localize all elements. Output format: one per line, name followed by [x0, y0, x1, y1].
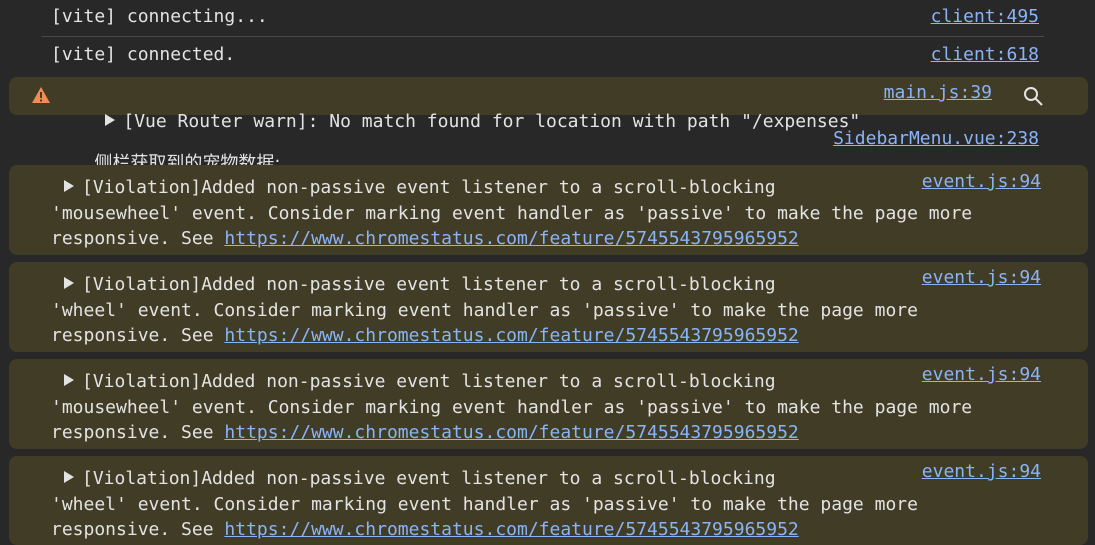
expand-triangle-icon[interactable] [64, 374, 74, 386]
violation-line-2: 'wheel' event. Consider marking event ha… [51, 493, 918, 515]
chromestatus-link[interactable]: https://www.chromestatus.com/feature/574… [224, 325, 798, 346]
console-violation-row[interactable]: [Violation]Added non-passive event liste… [9, 456, 1088, 545]
violation-line-1: [Violation]Added non-passive event liste… [82, 468, 776, 489]
chromestatus-link[interactable]: https://www.chromestatus.com/feature/574… [224, 422, 798, 443]
source-link[interactable]: client:618 [931, 44, 1039, 65]
violation-line-1: [Violation]Added non-passive event liste… [82, 274, 776, 295]
expand-triangle-icon[interactable] [64, 471, 74, 483]
console-message-row: [vite] connecting... client:495 [0, 0, 1095, 36]
expand-triangle-icon[interactable] [64, 180, 74, 192]
console-message-text: [vite] connected. [51, 44, 236, 65]
console-violation-row[interactable]: [Violation]Added non-passive event liste… [9, 262, 1088, 352]
violation-line-3: responsive. See [51, 422, 225, 443]
violation-line-1: [Violation]Added non-passive event liste… [82, 177, 776, 198]
console-warning-row[interactable]: [Vue Router warn]: No match found for lo… [9, 77, 1088, 132]
violation-message: [Violation]Added non-passive event liste… [51, 369, 1051, 446]
violation-line-3: responsive. See [51, 228, 225, 249]
violation-message: [Violation]Added non-passive event liste… [51, 272, 1051, 349]
magnifier-icon[interactable] [1022, 85, 1044, 107]
expand-triangle-icon[interactable] [64, 277, 74, 289]
violation-line-3: responsive. See [51, 519, 225, 540]
chromestatus-link[interactable]: https://www.chromestatus.com/feature/574… [224, 519, 798, 540]
violation-line-1: [Violation]Added non-passive event liste… [82, 371, 776, 392]
violation-line-3: responsive. See [51, 325, 225, 346]
source-link[interactable]: main.js:39 [884, 82, 992, 103]
source-link[interactable]: event.js:94 [922, 267, 1041, 288]
source-link[interactable]: event.js:94 [922, 364, 1041, 385]
violation-line-2: 'wheel' event. Consider marking event ha… [51, 299, 918, 321]
source-link[interactable]: event.js:94 [922, 171, 1041, 192]
console-message-text: [vite] connecting... [51, 6, 268, 27]
console-message-row: [vite] connected. client:618 [0, 37, 1095, 73]
violation-message: [Violation]Added non-passive event liste… [51, 175, 1051, 252]
warning-triangle-icon [32, 87, 50, 103]
console-violation-row[interactable]: [Violation]Added non-passive event liste… [9, 359, 1088, 449]
source-link[interactable]: SidebarMenu.vue:238 [833, 128, 1039, 149]
violation-line-2: 'mousewheel' event. Consider marking eve… [51, 396, 973, 418]
source-link[interactable]: event.js:94 [922, 461, 1041, 482]
violation-line-2: 'mousewheel' event. Consider marking eve… [51, 202, 973, 224]
console-message-row: 侧栏获取到的宠物数据: [{…}] SidebarMenu.vue:238 [0, 119, 1095, 217]
chromestatus-link[interactable]: https://www.chromestatus.com/feature/574… [224, 228, 798, 249]
source-link[interactable]: client:495 [931, 6, 1039, 27]
violation-message: [Violation]Added non-passive event liste… [51, 466, 1051, 543]
console-violation-row[interactable]: [Violation]Added non-passive event liste… [9, 165, 1088, 255]
